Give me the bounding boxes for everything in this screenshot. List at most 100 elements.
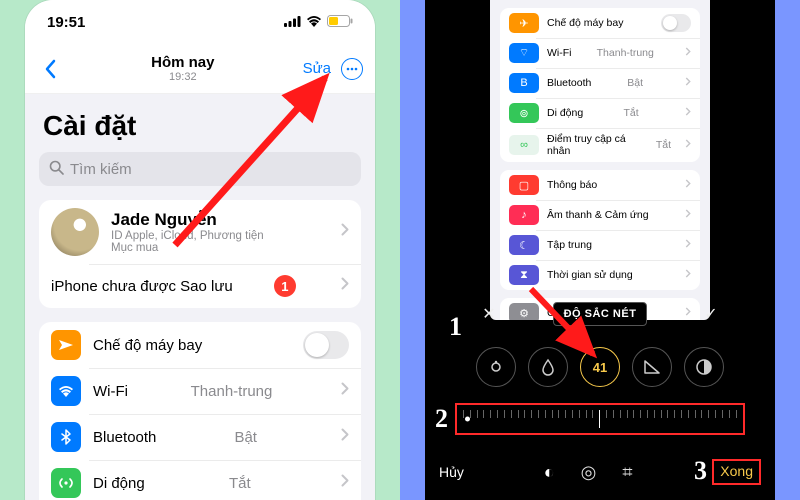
right-panel: ✈ Chế độ máy bay ⌔ Wi-Fi Thanh-trung B B… bbox=[400, 0, 800, 500]
p-bluetooth-row: B Bluetooth Bật bbox=[500, 68, 700, 98]
nav-bar: Hôm nay 19:32 Sửa bbox=[25, 44, 375, 94]
page-title: Cài đặt bbox=[39, 104, 361, 152]
chevron-right-icon bbox=[685, 179, 691, 191]
p-wifi-row: ⌔ Wi-Fi Thanh-trung bbox=[500, 38, 700, 68]
bluetooth-icon: B bbox=[509, 73, 539, 93]
triangle-icon[interactable] bbox=[632, 347, 672, 387]
adjust-controls: 41 bbox=[425, 340, 775, 394]
airplane-icon: ✈ bbox=[509, 13, 539, 33]
editor-bottom-bar: Hủy ◐ ◎ ⌗ Xong bbox=[425, 452, 775, 492]
wifi-value: Thanh-trung bbox=[191, 383, 273, 400]
chevron-right-icon bbox=[685, 209, 691, 221]
cellular-label: Di động bbox=[93, 475, 145, 492]
wifi-icon bbox=[306, 14, 322, 31]
phone-screenshot-settings: 19:51 Hôm nay 19:32 Sửa bbox=[25, 0, 375, 500]
airplane-label: Chế độ máy bay bbox=[93, 337, 202, 354]
adjust-tab-icon[interactable]: ◐ bbox=[544, 462, 555, 483]
cancel-button[interactable]: Hủy bbox=[439, 464, 464, 480]
battery-icon bbox=[327, 14, 353, 31]
cellular-value: Tắt bbox=[229, 475, 251, 492]
confirm-preview-button[interactable]: ✓ bbox=[697, 304, 725, 324]
annotation-step-2: 2 bbox=[435, 404, 448, 434]
p-cellular-row: ⊚ Di động Tắt bbox=[500, 98, 700, 128]
wifi-icon bbox=[51, 376, 81, 406]
chevron-right-icon bbox=[341, 428, 349, 446]
chevron-right-icon bbox=[341, 223, 349, 241]
moon-icon: ☾ bbox=[509, 235, 539, 255]
chevron-right-icon bbox=[341, 382, 349, 400]
chevron-right-icon bbox=[685, 107, 691, 119]
chevron-right-icon bbox=[685, 139, 691, 151]
hotspot-icon: ∞ bbox=[509, 135, 539, 155]
profile-sub: ID Apple, iCloud, Phương tiện Mục mua bbox=[111, 230, 264, 254]
status-time: 19:51 bbox=[47, 14, 85, 31]
edit-button[interactable]: Sửa bbox=[303, 60, 331, 77]
circle-half-icon[interactable] bbox=[684, 347, 724, 387]
sharpness-value-button[interactable]: 41 bbox=[580, 347, 620, 387]
left-panel: 19:51 Hôm nay 19:32 Sửa bbox=[0, 0, 400, 500]
search-input[interactable]: Tìm kiếm bbox=[39, 152, 361, 186]
p-hotspot-row: ∞ Điểm truy cập cá nhân Tắt bbox=[500, 128, 700, 162]
chevron-right-icon bbox=[685, 239, 691, 251]
nav-subtitle: 19:32 bbox=[63, 71, 303, 84]
done-highlight: Xong bbox=[712, 459, 761, 485]
backup-warning-row[interactable]: iPhone chưa được Sao lưu 1 bbox=[39, 264, 361, 308]
bluetooth-icon bbox=[51, 422, 81, 452]
adjust-slider[interactable] bbox=[463, 406, 737, 432]
wifi-label: Wi-Fi bbox=[93, 383, 128, 400]
phone-screenshot-editor: ✈ Chế độ máy bay ⌔ Wi-Fi Thanh-trung B B… bbox=[425, 0, 775, 500]
cellular-icon bbox=[51, 468, 81, 498]
profile-name: Jade Nguyễn bbox=[111, 210, 264, 230]
signal-icon bbox=[284, 14, 301, 31]
profile-group: Jade Nguyễn ID Apple, iCloud, Phương tiệ… bbox=[39, 200, 361, 308]
p-airplane-row: ✈ Chế độ máy bay bbox=[500, 8, 700, 38]
cellular-row[interactable]: Di động Tắt bbox=[39, 460, 361, 500]
droplet-icon[interactable] bbox=[528, 347, 568, 387]
hourglass-icon: ⧗ bbox=[509, 265, 539, 285]
chevron-right-icon bbox=[341, 474, 349, 492]
bluetooth-label: Bluetooth bbox=[93, 429, 156, 446]
filters-tab-icon[interactable]: ◎ bbox=[581, 462, 597, 483]
chevron-right-icon bbox=[685, 47, 691, 59]
bell-icon: ▢ bbox=[509, 175, 539, 195]
p-focus-row: ☾ Tập trung bbox=[500, 230, 700, 260]
annotation-step-1: 1 bbox=[449, 312, 462, 342]
cellular-icon: ⊚ bbox=[509, 103, 539, 123]
chevron-right-icon bbox=[685, 269, 691, 281]
airplane-icon bbox=[51, 330, 81, 360]
speaker-icon: ♪ bbox=[509, 205, 539, 225]
edit-preview: ✈ Chế độ máy bay ⌔ Wi-Fi Thanh-trung B B… bbox=[490, 0, 710, 320]
p-screentime-row: ⧗ Thời gian sử dụng bbox=[500, 260, 700, 290]
search-icon bbox=[49, 160, 64, 179]
done-button[interactable]: Xong bbox=[720, 463, 753, 479]
bluetooth-row[interactable]: Bluetooth Bật bbox=[39, 414, 361, 460]
backup-label: iPhone chưa được Sao lưu bbox=[51, 278, 233, 295]
nav-title: Hôm nay bbox=[63, 54, 303, 71]
bluetooth-value: Bật bbox=[234, 429, 257, 446]
status-indicators bbox=[284, 14, 353, 31]
adjust-tool-chip: ĐỘ SẮC NÉT bbox=[553, 302, 648, 326]
chevron-right-icon bbox=[685, 77, 691, 89]
wifi-icon: ⌔ bbox=[509, 43, 539, 63]
p-notifications-row: ▢ Thông báo bbox=[500, 170, 700, 200]
toggle-icon bbox=[661, 14, 691, 32]
avatar bbox=[51, 208, 99, 256]
annotation-step-3: 3 bbox=[694, 456, 707, 486]
more-button[interactable] bbox=[341, 58, 363, 80]
apple-id-row[interactable]: Jade Nguyễn ID Apple, iCloud, Phương tiệ… bbox=[39, 200, 361, 264]
airplane-toggle[interactable] bbox=[303, 331, 349, 359]
adjust-slider-highlight bbox=[455, 403, 745, 435]
status-bar: 19:51 bbox=[25, 0, 375, 44]
close-preview-button[interactable]: ✕ bbox=[475, 304, 503, 324]
badge-count: 1 bbox=[274, 275, 296, 297]
crop-tab-icon[interactable]: ⌗ bbox=[622, 462, 632, 483]
search-placeholder: Tìm kiếm bbox=[70, 161, 132, 178]
airplane-mode-row[interactable]: Chế độ máy bay bbox=[39, 322, 361, 368]
chevron-right-icon bbox=[341, 277, 349, 295]
p-sounds-row: ♪ Âm thanh & Cảm ứng bbox=[500, 200, 700, 230]
back-button[interactable] bbox=[37, 59, 63, 79]
preview-toolbar: ✕ ĐỘ SẮC NÉT ✓ bbox=[475, 300, 725, 328]
exposure-dot-icon[interactable] bbox=[476, 347, 516, 387]
wifi-row[interactable]: Wi-Fi Thanh-trung bbox=[39, 368, 361, 414]
connectivity-group: Chế độ máy bay Wi-Fi Thanh-trung Bluetoo… bbox=[39, 322, 361, 500]
